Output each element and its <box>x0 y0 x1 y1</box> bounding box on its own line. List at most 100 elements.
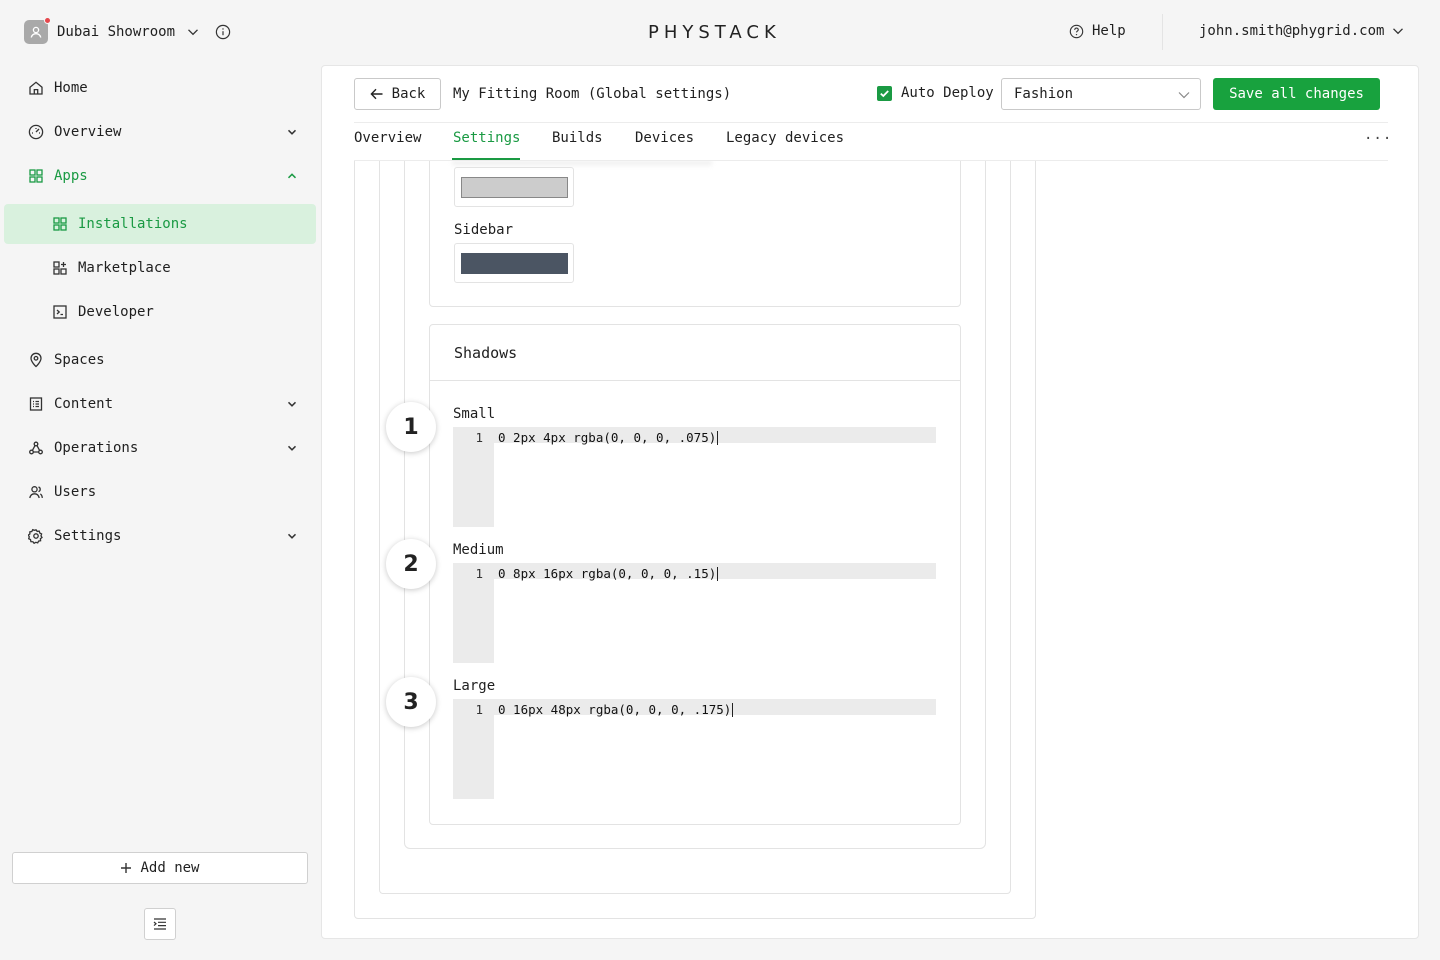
terminal-icon <box>53 305 67 319</box>
sidebar-item-label: Overview <box>54 124 122 140</box>
settings-scroll-area[interactable]: Sidebar Shadows Small 1 0 2px 4px rgba(0… <box>322 161 1418 938</box>
auto-deploy-checkbox[interactable]: Auto Deploy <box>877 85 994 101</box>
gear-icon <box>28 528 43 544</box>
sidebar-item-apps[interactable]: Apps <box>0 156 320 196</box>
sidebar-item-label: Apps <box>54 168 88 184</box>
shadow-medium-label: Medium <box>453 542 504 558</box>
user-icon <box>30 26 42 38</box>
sidebar-item-marketplace[interactable]: Marketplace <box>0 248 320 288</box>
shadow-large-value: 0 16px 48px rgba(0, 0, 0, .175) <box>498 702 732 717</box>
color-swatch-input[interactable] <box>454 167 574 207</box>
save-all-changes-button[interactable]: Save all changes <box>1213 78 1380 110</box>
sidebar-item-operations[interactable]: Operations <box>0 428 320 468</box>
tab-overview[interactable]: Overview <box>354 130 421 146</box>
location-pin-icon <box>30 352 42 368</box>
code-text[interactable]: 0 16px 48px rgba(0, 0, 0, .175) <box>498 702 734 717</box>
shadow-large-editor[interactable]: 1 0 16px 48px rgba(0, 0, 0, .175) <box>453 699 936 799</box>
sidebar-color-input[interactable] <box>454 243 574 283</box>
chevron-down-icon[interactable] <box>187 26 199 38</box>
help-icon <box>1069 24 1084 38</box>
chevron-down-icon <box>287 401 297 407</box>
chevron-down-icon <box>287 129 297 135</box>
divider <box>1162 14 1163 50</box>
sidebar-item-spaces[interactable]: Spaces <box>0 340 320 380</box>
back-label: Back <box>391 86 426 102</box>
shadow-medium-value: 0 8px 16px rgba(0, 0, 0, .15) <box>498 566 717 581</box>
arrow-left-icon <box>370 88 383 100</box>
collapse-sidebar-button[interactable] <box>144 908 176 940</box>
sidebar-item-label: Settings <box>54 528 122 544</box>
shadow-small-editor[interactable]: 1 0 2px 4px rgba(0, 0, 0, .075) <box>453 427 936 527</box>
text-caret <box>732 703 734 717</box>
chevron-down-icon <box>1178 92 1190 99</box>
scroll-fade <box>452 161 712 167</box>
apps-grid-icon <box>53 217 67 231</box>
tab-legacy-devices[interactable]: Legacy devices <box>726 130 844 146</box>
add-new-label: Add new <box>140 860 200 876</box>
content-icon <box>29 397 43 411</box>
chevron-down-icon <box>287 533 297 539</box>
shadow-large-label: Large <box>453 678 496 694</box>
step-marker-3: 3 <box>386 677 436 727</box>
sidebar-color-label: Sidebar <box>454 222 514 238</box>
auto-deploy-label: Auto Deploy <box>901 85 994 101</box>
sidebar-item-home[interactable]: Home <box>0 68 320 108</box>
help-label: Help <box>1092 23 1126 39</box>
org-name: Dubai Showroom <box>57 24 176 40</box>
operations-icon <box>29 441 43 455</box>
sidebar-item-installations[interactable]: Installations <box>4 204 316 244</box>
org-avatar <box>24 17 51 44</box>
sidebar-item-developer[interactable]: Developer <box>0 292 320 332</box>
page-title: My Fitting Room (Global settings) <box>453 86 732 102</box>
line-number: 1 <box>475 430 483 445</box>
code-text[interactable]: 0 8px 16px rgba(0, 0, 0, .15) <box>498 566 719 581</box>
top-bar: Dubai Showroom PHYSTACK Help john.smith@… <box>0 0 1440 64</box>
sidebar-item-users[interactable]: Users <box>0 472 320 512</box>
color-swatch <box>461 253 568 274</box>
org-switcher[interactable]: Dubai Showroom <box>24 17 231 45</box>
checkmark-icon <box>880 89 889 97</box>
tab-settings[interactable]: Settings <box>453 130 520 146</box>
sidebar-item-label: Users <box>54 484 97 500</box>
shadows-title: Shadows <box>454 344 518 362</box>
more-options-icon[interactable]: ··· <box>1364 131 1392 147</box>
sidebar-item-label: Operations <box>54 440 139 456</box>
tab-bar: Overview Settings Builds Devices Legacy … <box>354 123 1388 161</box>
text-caret <box>717 567 719 581</box>
sidebar-item-settings[interactable]: Settings <box>0 516 320 556</box>
sidebar-item-content[interactable]: Content <box>0 384 320 424</box>
tab-devices[interactable]: Devices <box>635 130 694 146</box>
line-number: 1 <box>475 702 483 717</box>
code-text[interactable]: 0 2px 4px rgba(0, 0, 0, .075) <box>498 430 719 445</box>
sidebar-item-label: Home <box>54 80 88 96</box>
sidebar-item-overview[interactable]: Overview <box>0 112 320 152</box>
checkbox-checked[interactable] <box>877 85 892 101</box>
chevron-down-icon <box>1393 28 1404 35</box>
info-icon[interactable] <box>215 24 231 40</box>
indent-menu-icon <box>153 918 166 930</box>
shadow-small-value: 0 2px 4px rgba(0, 0, 0, .075) <box>498 430 717 445</box>
plus-icon <box>121 863 132 873</box>
add-new-button[interactable]: Add new <box>12 852 308 884</box>
tab-builds[interactable]: Builds <box>552 130 603 146</box>
colors-card: Sidebar <box>429 161 961 307</box>
shadow-medium-editor[interactable]: 1 0 8px 16px rgba(0, 0, 0, .15) <box>453 563 936 663</box>
user-menu[interactable]: john.smith@phygrid.com <box>1199 23 1404 39</box>
marketplace-icon <box>53 261 67 275</box>
color-swatch <box>461 177 568 198</box>
users-icon <box>29 486 43 499</box>
step-marker-2: 2 <box>386 539 436 589</box>
back-button[interactable]: Back <box>354 78 441 110</box>
notification-dot <box>44 17 51 24</box>
theme-select[interactable]: Fashion <box>1001 78 1201 110</box>
main-panel: Back My Fitting Room (Global settings) A… <box>321 65 1419 939</box>
user-email: john.smith@phygrid.com <box>1199 23 1385 39</box>
line-number: 1 <box>475 566 483 581</box>
help-link[interactable]: Help <box>1069 23 1126 39</box>
divider <box>430 380 960 381</box>
shadow-small-label: Small <box>453 406 496 422</box>
apps-grid-icon <box>29 169 43 183</box>
text-caret <box>717 431 719 445</box>
chevron-up-icon <box>287 173 297 179</box>
step-marker-1: 1 <box>386 402 436 452</box>
